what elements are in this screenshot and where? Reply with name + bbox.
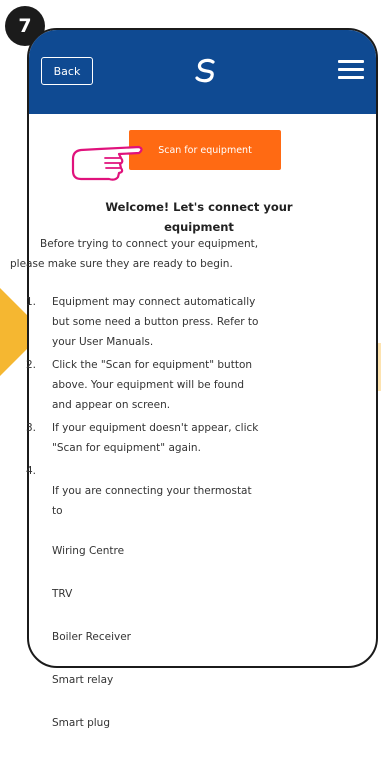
- step-number: 1.: [26, 296, 37, 308]
- intro-line-2: please make sure they are ready to begin…: [10, 258, 233, 270]
- step-4-text: If you are connecting your thermostat to: [52, 485, 252, 517]
- step-number: 2.: [26, 359, 37, 371]
- step-text: If you are connecting your thermostat to…: [52, 461, 346, 776]
- intro-line-1: Before trying to connect your equipment,: [40, 238, 259, 250]
- list-item: 4. If you are connecting your thermostat…: [26, 461, 346, 776]
- list-item: 2. Click the "Scan for equipment" button…: [26, 355, 346, 415]
- step-number: 3.: [26, 422, 37, 434]
- step-text: Equipment may connect automatically but …: [52, 296, 259, 348]
- intro-text: Before trying to connect your equipment,…: [0, 234, 355, 274]
- step-text: Click the "Scan for equipment" button ab…: [52, 359, 253, 411]
- device-item: Boiler Receiver: [52, 631, 132, 643]
- device-item: TRV: [52, 588, 73, 600]
- app-header: Back: [29, 30, 376, 114]
- back-button[interactable]: Back: [41, 57, 93, 85]
- device-list: Wiring Centre TRV Boiler Receiver Smart …: [52, 521, 346, 756]
- salus-logo-icon: [195, 58, 215, 83]
- welcome-heading: Welcome! Let's connect your equipment: [79, 197, 319, 237]
- scan-for-equipment-button[interactable]: Scan for equipment: [129, 130, 281, 170]
- list-item: 1. Equipment may connect automatically b…: [26, 292, 346, 352]
- list-item: 3. If your equipment doesn't appear, cli…: [26, 418, 346, 458]
- step-number: 4.: [26, 465, 37, 477]
- hamburger-menu-icon[interactable]: [338, 60, 364, 80]
- pointing-hand-icon: [71, 145, 143, 181]
- device-item: Smart plug: [52, 717, 111, 729]
- steps-list: 1. Equipment may connect automatically b…: [26, 292, 346, 779]
- step-text: If your equipment doesn't appear, click …: [52, 422, 259, 454]
- device-item: Smart relay: [52, 674, 114, 686]
- welcome-line-1: Welcome! Let's connect your: [105, 200, 293, 214]
- device-item: Wiring Centre: [52, 545, 125, 557]
